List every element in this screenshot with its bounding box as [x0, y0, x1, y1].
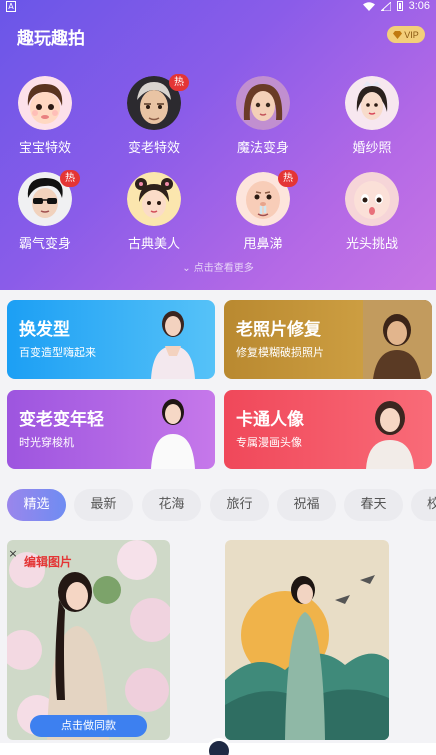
card-age-transform[interactable]: 变老变年轻 时光穿梭机	[7, 390, 215, 469]
feature-label: 古典美人	[127, 237, 180, 252]
cool-guy-avatar-icon: 热	[18, 170, 80, 226]
app-screen: A 3:06 趣玩趣拍 VIP 宝宝特效 热 变老特效 魔法变身 婚纱照 热 霸…	[0, 0, 436, 755]
tab-travel[interactable]: 旅行	[210, 489, 269, 521]
card-title: 老照片修复	[236, 320, 321, 340]
feature-label: 婚纱照	[352, 141, 392, 156]
hot-badge: 热	[169, 74, 189, 91]
hot-badge: 热	[60, 170, 80, 187]
card-cartoon-portrait[interactable]: 卡通人像 专属漫画头像	[224, 390, 432, 469]
feature-wedding-photo[interactable]: 婚纱照	[327, 76, 417, 156]
woman-portrait-image	[366, 401, 414, 469]
feed-item-qipao[interactable]	[225, 540, 389, 740]
tab-campus[interactable]: 校	[411, 489, 436, 521]
vip-badge[interactable]: VIP	[387, 26, 425, 43]
card-title: 换发型	[19, 320, 70, 340]
status-bar: A 3:06	[0, 0, 436, 14]
bald-baby-avatar-icon: 热	[236, 170, 298, 226]
bride-avatar-icon	[345, 76, 399, 130]
feature-aging-effect[interactable]: 热 变老特效	[109, 74, 199, 156]
wifi-icon	[362, 1, 375, 11]
card-title: 变老变年轻	[19, 410, 104, 430]
cartoon-girl-avatar-icon	[236, 76, 290, 130]
flower-woman-image	[7, 540, 170, 740]
view-more-link[interactable]: ⌄ 点击查看更多	[0, 259, 436, 274]
card-title: 卡通人像	[236, 410, 304, 430]
feature-label: 甩鼻涕	[243, 237, 283, 252]
feature-baby-effect[interactable]: 宝宝特效	[0, 76, 90, 156]
view-more-label: 点击查看更多	[193, 263, 254, 274]
old-photo-image	[363, 300, 432, 379]
camera-button[interactable]	[206, 738, 232, 755]
card-subtitle: 专属漫画头像	[236, 436, 302, 449]
feature-label: 宝宝特效	[18, 141, 71, 156]
chevron-down-icon: ⌄	[182, 263, 194, 274]
feature-label: 光头挑战	[345, 237, 398, 252]
feature-classical-beauty[interactable]: 古典美人	[109, 172, 199, 252]
card-change-hairstyle[interactable]: 换发型 百变造型嗨起来	[7, 300, 215, 379]
diamond-icon	[393, 30, 403, 39]
clock: 3:06	[408, 0, 430, 12]
hot-badge: 热	[278, 170, 298, 187]
feature-runny-nose[interactable]: 热 甩鼻涕	[218, 170, 308, 252]
feature-magic-transform[interactable]: 魔法变身	[218, 76, 308, 156]
card-old-photo-repair[interactable]: 老照片修复 修复模糊破损照片	[224, 300, 432, 379]
tab-blessing[interactable]: 祝福	[277, 489, 336, 521]
status-icons: 3:06	[362, 0, 430, 12]
woman-portrait-image	[151, 399, 195, 469]
tab-flowers[interactable]: 花海	[142, 489, 201, 521]
woman-portrait-image	[151, 311, 195, 379]
feed-item-flowers[interactable]	[7, 540, 170, 740]
battery-icon	[396, 1, 403, 11]
vip-label: VIP	[404, 29, 419, 40]
app-title: 趣玩趣拍	[17, 29, 85, 49]
do-same-button[interactable]: 点击做同款	[30, 715, 147, 737]
feature-label: 变老特效	[127, 141, 180, 156]
old-man-avatar-icon: 热	[127, 74, 189, 130]
feature-bald-challenge[interactable]: 光头挑战	[327, 172, 417, 252]
card-subtitle: 百变造型嗨起来	[19, 346, 96, 359]
app-indicator-icon: A	[6, 1, 16, 12]
card-subtitle: 时光穿梭机	[19, 436, 74, 449]
baby-avatar-icon	[18, 76, 72, 130]
classical-girl-avatar-icon	[127, 172, 181, 226]
tab-latest[interactable]: 最新	[74, 489, 133, 521]
card-subtitle: 修复模糊破损照片	[236, 346, 324, 359]
tab-spring[interactable]: 春天	[344, 489, 403, 521]
feature-label: 霸气变身	[18, 237, 71, 252]
feature-domineering-transform[interactable]: 热 霸气变身	[0, 170, 90, 252]
signal-icon	[380, 1, 391, 11]
close-icon[interactable]: ×	[7, 548, 19, 560]
feature-label: 魔法变身	[236, 141, 289, 156]
category-tabs: 精选 最新 花海 旅行 祝福 春天 校	[0, 489, 436, 523]
bald-girl-avatar-icon	[345, 172, 399, 226]
edit-image-label[interactable]: 编辑图片	[24, 553, 72, 570]
tab-featured[interactable]: 精选	[7, 489, 66, 521]
qipao-woman-image	[225, 540, 389, 740]
